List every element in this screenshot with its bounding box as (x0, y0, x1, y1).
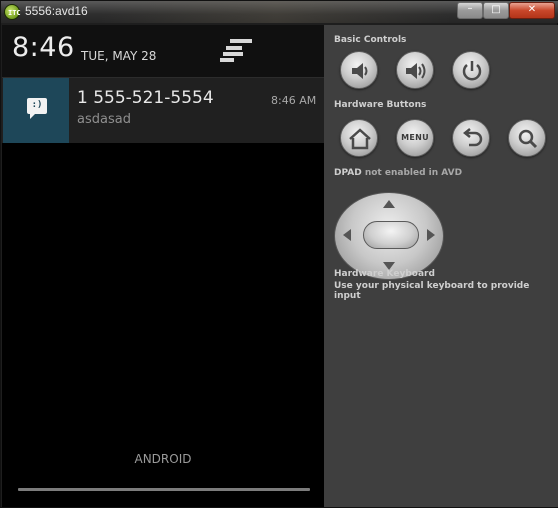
maximize-icon: □ (491, 4, 501, 15)
menu-button[interactable]: MENU (396, 119, 434, 157)
dpad-center-button[interactable] (363, 221, 419, 249)
notification-time: 8:46 AM (271, 94, 317, 107)
dpad[interactable] (334, 192, 444, 280)
search-button[interactable] (508, 119, 546, 157)
notification-icon-area: :) (3, 78, 69, 143)
dpad-right-icon[interactable] (427, 229, 435, 241)
power-button[interactable] (452, 51, 490, 89)
notification-text: asdasad (77, 112, 131, 127)
clock: 8:46 (12, 32, 75, 63)
notification-item[interactable]: :) 1 555-521-5554 asdasad 8:46 AM (2, 77, 324, 143)
minimize-icon: – (467, 3, 473, 14)
dpad-label-text: DPAD (334, 168, 362, 178)
sms-icon-face: :) (31, 100, 43, 110)
app-icon-text: ITC (8, 9, 21, 17)
device-screen[interactable]: 8:46 TUE, MAY 28 :) 1 555-521-5554 asdas… (2, 25, 324, 507)
home-icon (349, 128, 371, 150)
hardware-keyboard-label: Hardware Keyboard (334, 269, 435, 279)
power-icon (462, 61, 482, 81)
control-panel: Basic Controls Hardware Buttons MENU DPA… (324, 25, 558, 507)
home-button[interactable] (340, 119, 378, 157)
dpad-up-icon[interactable] (383, 200, 395, 208)
search-icon (518, 129, 538, 149)
back-icon (462, 128, 483, 147)
volume-up-button[interactable] (396, 51, 434, 89)
hardware-keyboard-note: Use your physical keyboard to provide in… (334, 281, 530, 301)
notification-title: 1 555-521-5554 (77, 88, 214, 108)
maximize-button[interactable]: □ (483, 2, 509, 19)
title-bar-glass (101, 1, 451, 23)
emulator-window: ITC 5556:avd16 – □ ✕ 8:46 TUE, MAY 28 :)… (0, 0, 558, 508)
settings-icon[interactable] (220, 39, 254, 63)
volume-up-icon (406, 63, 426, 79)
menu-label: MENU (401, 133, 429, 142)
date: TUE, MAY 28 (81, 49, 157, 63)
basic-controls-label: Basic Controls (334, 35, 407, 45)
minimize-button[interactable]: – (457, 2, 483, 19)
close-button[interactable]: ✕ (509, 2, 555, 19)
notification-header: 8:46 TUE, MAY 28 (2, 25, 324, 77)
volume-down-button[interactable] (340, 51, 378, 89)
hardware-buttons-label: Hardware Buttons (334, 100, 427, 110)
dpad-note: not enabled in AVD (364, 168, 463, 178)
carrier-label: ANDROID (134, 452, 192, 466)
window-title: 5556:avd16 (25, 4, 88, 18)
shade-handle[interactable] (18, 488, 310, 491)
dpad-label: DPAD not enabled in AVD (334, 168, 462, 178)
sms-icon: :) (27, 98, 47, 119)
close-icon: ✕ (527, 4, 537, 15)
app-icon: ITC (4, 4, 21, 20)
dpad-left-icon[interactable] (343, 229, 351, 241)
volume-down-icon (352, 63, 368, 79)
title-bar[interactable]: ITC 5556:avd16 – □ ✕ (1, 1, 558, 23)
back-button[interactable] (452, 119, 490, 157)
